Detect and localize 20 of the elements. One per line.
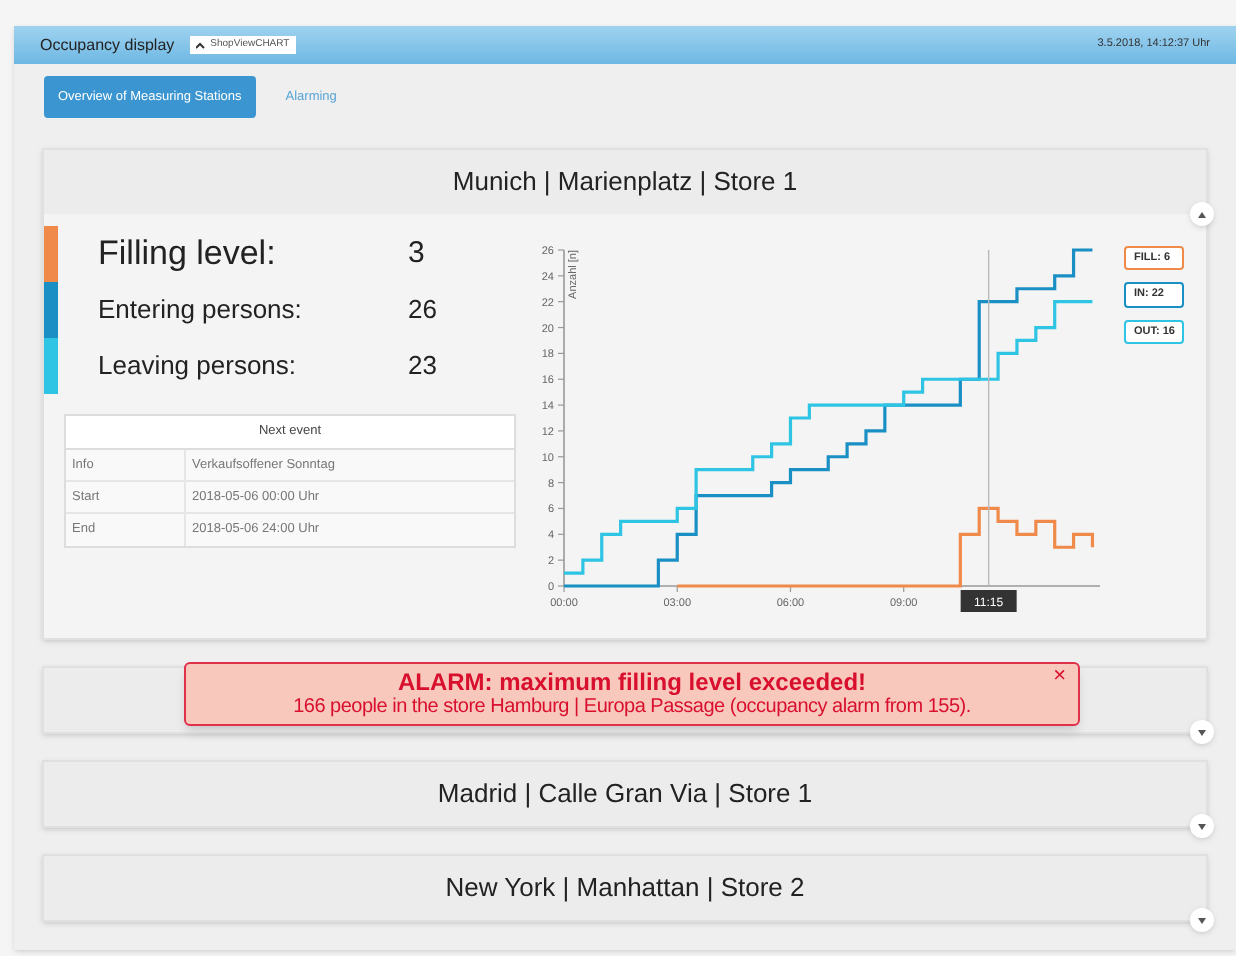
app-title: Occupancy display [40, 33, 175, 57]
close-button[interactable]: × [1053, 666, 1066, 688]
store-title[interactable]: Munich | Marienplatz | Store 1 [452, 162, 798, 202]
stat-label: Leaving persons: [98, 348, 299, 385]
caret-down-icon [1198, 823, 1206, 829]
stat-value: 26 [408, 292, 437, 329]
toggle-button[interactable] [1190, 908, 1214, 932]
stat-value: 3 [408, 233, 425, 274]
caret-down-icon [1198, 729, 1206, 735]
stat-value: 23 [408, 348, 437, 385]
alarm-message: 166 people in the store Hamburg | Europa Passage (occupancy alarm from 155). [293, 696, 971, 720]
toggle-button[interactable] [1190, 814, 1214, 838]
toggle-button[interactable] [1190, 202, 1214, 226]
stat-label: Entering persons: [98, 292, 304, 329]
store-title[interactable]: New York | Manhattan | Store 2 [445, 868, 805, 908]
toggle-button[interactable] [1190, 720, 1214, 744]
caret-down-icon [1198, 917, 1206, 923]
store-title[interactable]: Madrid | Calle Gran Via | Store 1 [437, 774, 813, 814]
alarm-title: ALARM: maximum filling level exceeded! [397, 668, 867, 696]
stat-label: Filling level: [98, 232, 278, 277]
